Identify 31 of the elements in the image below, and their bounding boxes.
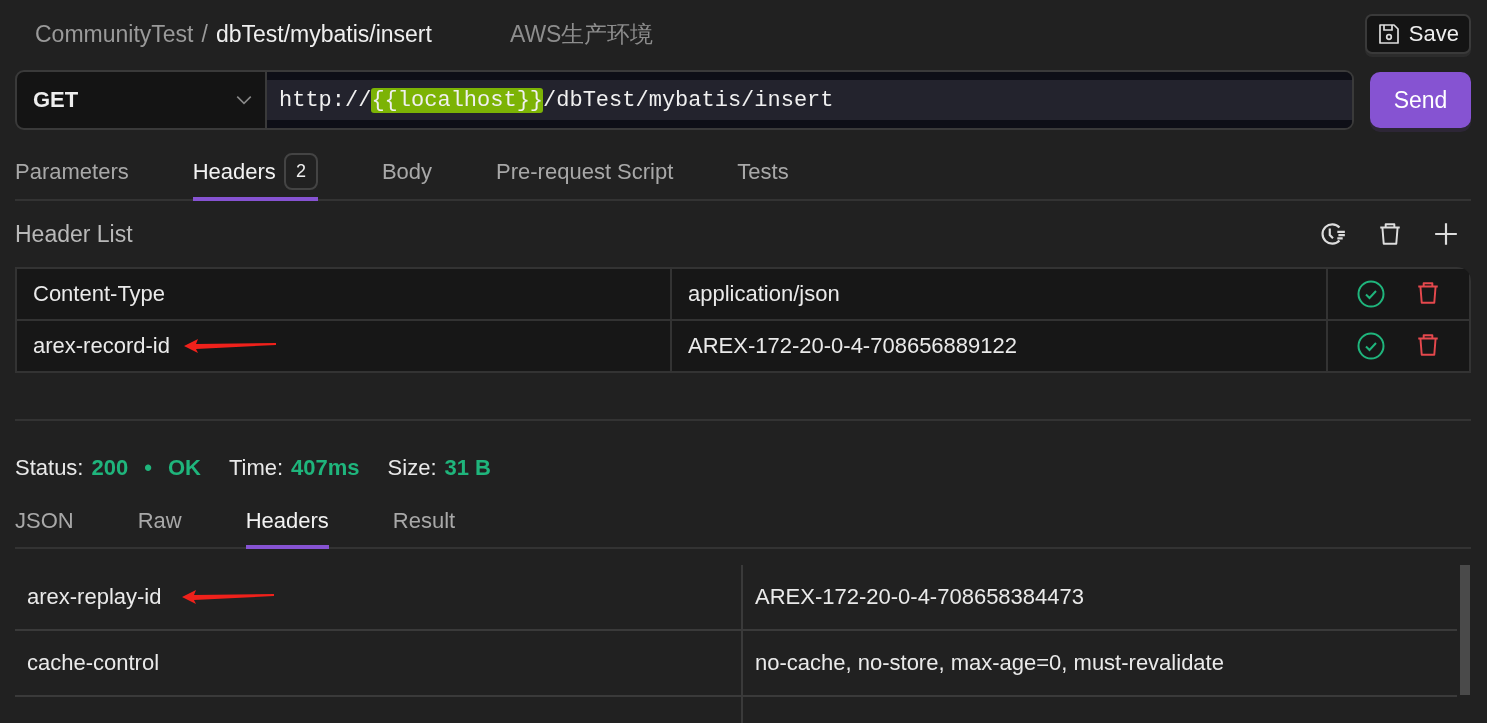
time-label: Time: [228, 455, 284, 481]
tab[interactable]: Parameters [15, 146, 129, 201]
header-key[interactable]: arex-record-id [33, 333, 170, 359]
environment-name[interactable]: AWS生产环境 [509, 18, 654, 50]
count-badge: 2 [283, 153, 318, 190]
header-key[interactable]: Content-Type [33, 281, 166, 307]
header-value: AREX-172-20-0-4-708658384473 [755, 584, 1084, 610]
header-value: no-cache, no-store, max-age=0, must-revalidate [755, 650, 1224, 676]
breadcrumb-separator: / [201, 20, 208, 48]
status-text: OK [167, 455, 201, 481]
collection-name[interactable]: CommunityTest [35, 20, 194, 48]
section-title: Header List [15, 220, 134, 248]
tab[interactable]: Tests [737, 146, 789, 201]
header-key: cache-control [27, 650, 160, 676]
tab[interactable]: JSON [15, 497, 74, 549]
status-code: 200 [91, 455, 129, 481]
separator-dot: • [144, 455, 152, 481]
save-button[interactable]: Save [1364, 14, 1471, 54]
tab[interactable]: Result [392, 497, 456, 549]
header-value[interactable]: application/json [688, 281, 840, 306]
request-path[interactable]: dbTest/mybatis/insert [215, 20, 432, 48]
tab[interactable]: Raw [137, 497, 182, 549]
tab[interactable]: Headers [245, 497, 329, 549]
header-key: arex-replay-id [27, 584, 162, 610]
tab[interactable]: Pre-request Script [496, 146, 674, 201]
time-value: 407ms [291, 455, 360, 481]
size-value: 31 B [444, 455, 491, 481]
tab[interactable]: Headers 2 [192, 146, 318, 201]
status-label: Status: [15, 455, 84, 481]
tab[interactable]: Body [381, 146, 433, 201]
size-label: Size: [387, 455, 437, 481]
